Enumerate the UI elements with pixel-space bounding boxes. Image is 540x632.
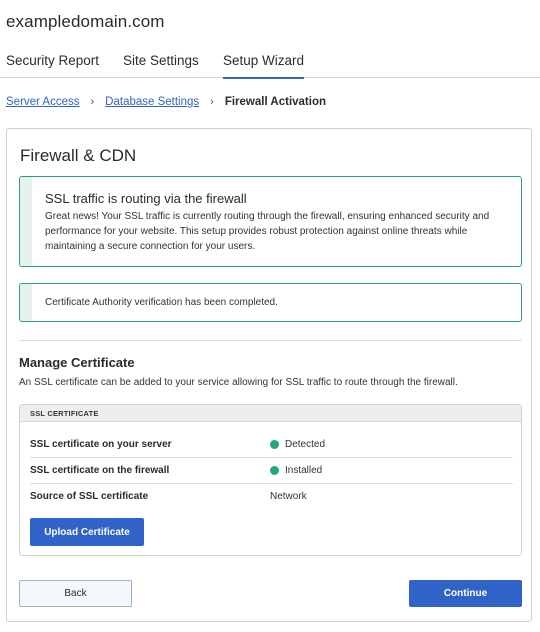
tab-security-report[interactable]: Security Report — [6, 52, 99, 78]
row-value: Network — [270, 491, 307, 502]
manage-certificate-description: An SSL certificate can be added to your … — [19, 377, 458, 388]
status-text: Detected — [285, 439, 326, 450]
section-divider — [19, 340, 522, 341]
tab-site-settings[interactable]: Site Settings — [123, 52, 199, 78]
site-title: exampledomain.com — [6, 12, 165, 31]
upload-certificate-button[interactable]: Upload Certificate — [30, 518, 144, 546]
row-label: SSL certificate on the firewall — [30, 465, 170, 476]
row-value: Detected — [270, 439, 325, 450]
alert-accent-stripe — [20, 177, 32, 266]
row-value: Installed — [270, 465, 322, 476]
breadcrumb: Server Access › Database Settings › Fire… — [6, 96, 326, 108]
breadcrumb-current: Firewall Activation — [224, 96, 327, 108]
tab-setup-wizard[interactable]: Setup Wizard — [223, 52, 305, 79]
ssl-certificate-header: SSL CERTIFICATE — [20, 405, 521, 422]
green-dot-icon — [270, 466, 279, 475]
breadcrumb-database-settings[interactable]: Database Settings — [105, 96, 199, 108]
alert-message: Certificate Authority verification has b… — [45, 297, 278, 308]
table-row: Source of SSL certificate Network — [30, 484, 513, 510]
card-title: Firewall & CDN — [20, 146, 137, 165]
table-row: SSL certificate on the firewall Installe… — [30, 458, 513, 484]
status-text: Installed — [285, 465, 323, 476]
breadcrumb-server-access[interactable]: Server Access — [6, 96, 80, 108]
firewall-cdn-card: Firewall & CDN SSL traffic is routing vi… — [6, 128, 532, 622]
row-label: SSL certificate on your server — [30, 439, 172, 450]
ssl-certificate-panel: SSL CERTIFICATE SSL certificate on your … — [19, 404, 522, 556]
table-row: SSL certificate on your server Detected — [30, 432, 513, 458]
green-dot-icon — [270, 440, 279, 449]
manage-certificate-title: Manage Certificate — [19, 355, 135, 370]
status-text: Network — [270, 491, 307, 502]
row-label: Source of SSL certificate — [30, 491, 149, 502]
ca-verification-alert: Certificate Authority verification has b… — [19, 283, 522, 322]
tab-bar: Security Report Site Settings Setup Wiza… — [0, 52, 540, 79]
chevron-right-icon: › — [90, 96, 95, 108]
continue-button[interactable]: Continue — [409, 580, 522, 607]
alert-accent-stripe — [20, 284, 32, 321]
back-button[interactable]: Back — [19, 580, 132, 607]
ssl-routing-alert: SSL traffic is routing via the firewall … — [19, 176, 522, 267]
alert-body: Great news! Your SSL traffic is currentl… — [45, 211, 490, 252]
alert-title: SSL traffic is routing via the firewall — [45, 191, 247, 206]
chevron-right-icon: › — [210, 96, 214, 108]
